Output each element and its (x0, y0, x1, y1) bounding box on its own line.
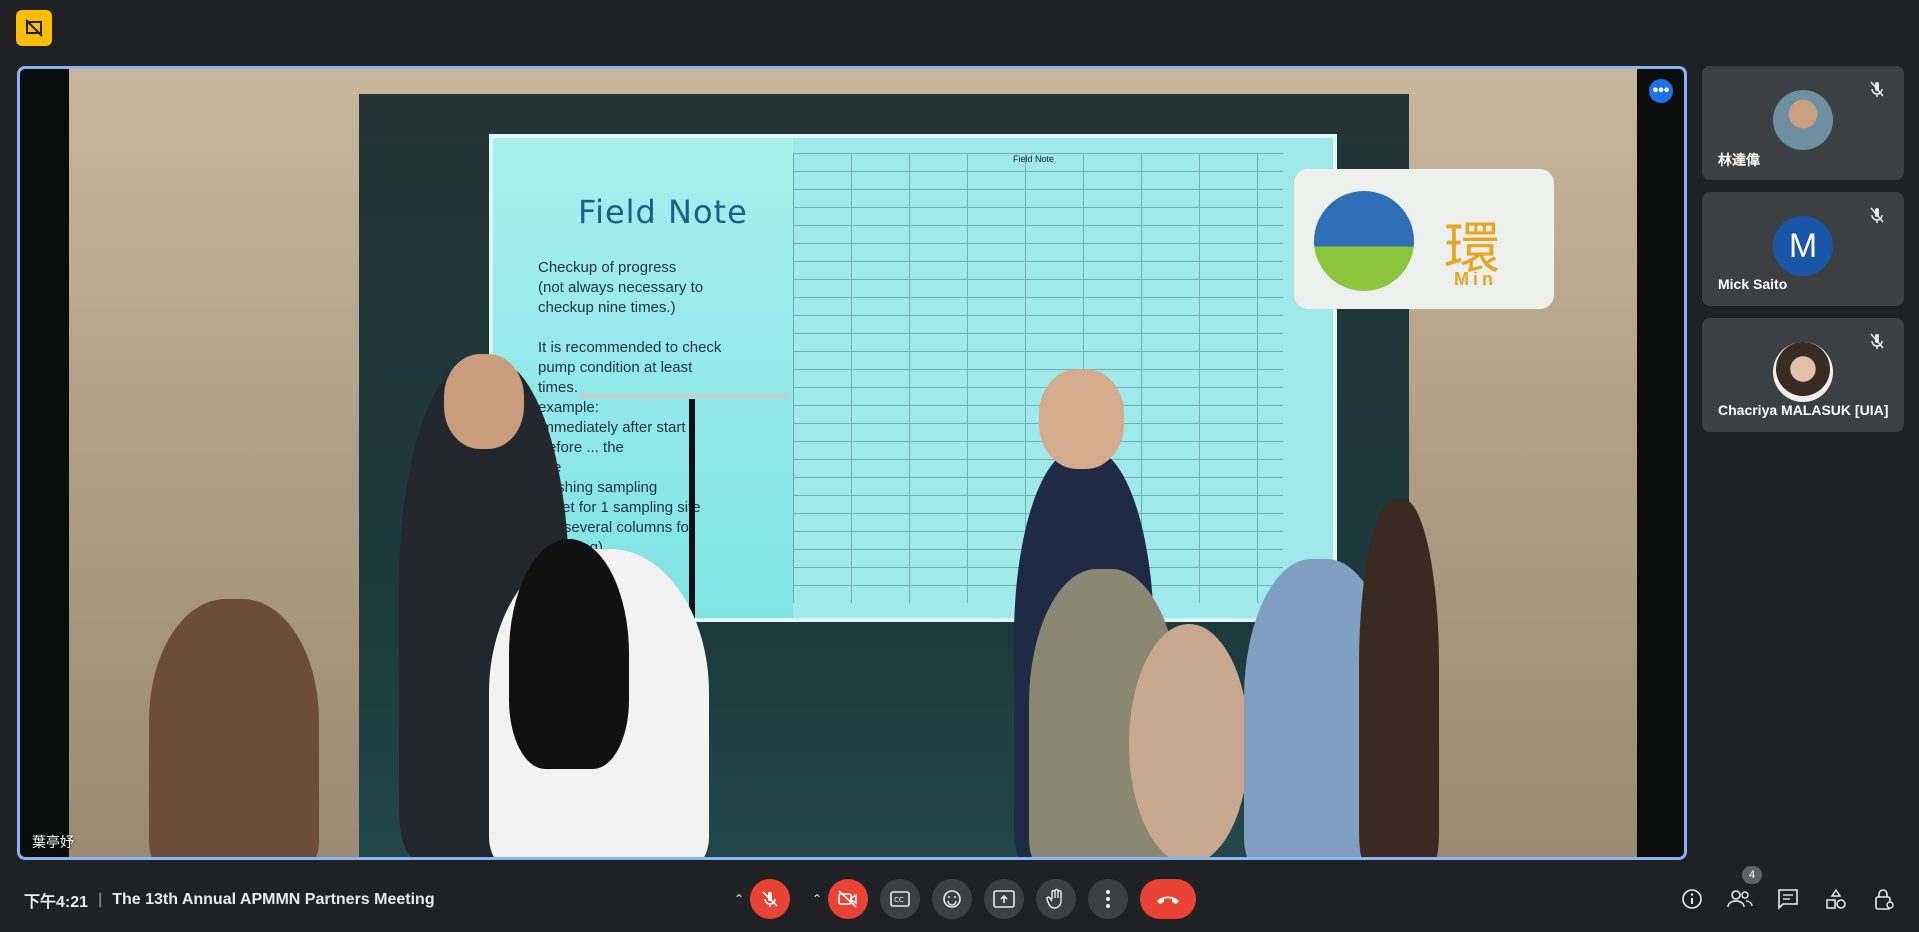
captions-button[interactable]: CC (880, 879, 920, 919)
participant-name: Chacriya MALASUK [UIA] (1718, 402, 1889, 418)
logo-emblem-icon (1314, 191, 1414, 291)
more-vert-icon (1106, 890, 1110, 908)
meeting-details-button[interactable] (1676, 883, 1708, 915)
leave-call-button[interactable] (1140, 879, 1196, 919)
activities-button[interactable] (1820, 883, 1852, 915)
separator: | (98, 891, 103, 908)
emoji-icon (943, 890, 961, 908)
camera-off-icon (838, 890, 857, 908)
tile-more-options-button[interactable]: ••• (1649, 79, 1673, 103)
info-icon (1682, 889, 1702, 909)
speaker-name-label: 葉亭妤 (32, 834, 74, 850)
participant-name: Mick Saito (1718, 276, 1788, 292)
participant-name: 林達偉 (1718, 152, 1760, 168)
participant-tile[interactable]: 林達偉 (1702, 66, 1904, 180)
host-controls-icon (1875, 889, 1894, 910)
participant-count-badge: 4 (1742, 866, 1762, 884)
more-options-button[interactable] (1088, 879, 1128, 919)
present-screen-icon (993, 890, 1015, 908)
mic-off-icon (762, 891, 778, 907)
slide-text: Checkup of progress (not always necessar… (538, 259, 722, 556)
main-video-tile[interactable]: Field Note Checkup of progress (not alwa… (17, 66, 1687, 860)
raise-hand-button[interactable] (1036, 879, 1076, 919)
meeting-info: 下午4:21 | The 13th Annual APMMN Partners … (24, 888, 435, 912)
host-controls-button[interactable] (1868, 883, 1900, 915)
photo-avatar-icon (1773, 342, 1833, 402)
participant-tile[interactable]: M Mick Saito (1702, 192, 1904, 306)
chevron-up-icon: ⌃ (733, 892, 745, 906)
svg-text:CC: CC (894, 896, 904, 904)
chat-button[interactable] (1772, 883, 1804, 915)
slide-title: Field Note (578, 193, 748, 231)
presentation-off-badge[interactable] (16, 10, 52, 46)
participant-tile[interactable]: Chacriya MALASUK [UIA] (1702, 318, 1904, 432)
people-icon (1727, 890, 1753, 908)
mic-off-icon (1870, 333, 1884, 349)
slide-table-header: Field Note (1013, 154, 1055, 164)
mic-off-icon (1870, 207, 1884, 223)
clock-time: 下午4:21 (24, 894, 89, 911)
activities-icon (1826, 888, 1846, 909)
mic-toggle-button[interactable] (750, 879, 790, 919)
presentation-off-icon (25, 19, 43, 37)
chat-icon (1778, 889, 1798, 910)
video-options-button[interactable]: ⌃ (806, 879, 828, 919)
end-call-icon (1157, 896, 1179, 904)
present-button[interactable] (984, 879, 1024, 919)
camera-toggle-button[interactable] (828, 879, 868, 919)
mic-off-icon (1870, 81, 1884, 97)
raise-hand-icon (1046, 888, 1062, 909)
people-button[interactable] (1724, 883, 1756, 915)
captions-icon: CC (890, 891, 910, 907)
meeting-title: The 13th Annual APMMN Partners Meeting (112, 891, 435, 908)
chevron-up-icon: ⌃ (811, 892, 823, 906)
more-horiz-icon: ••• (1652, 82, 1670, 99)
letter-avatar: M (1773, 216, 1833, 276)
ministry-logo: 環 Min (1294, 169, 1554, 309)
photo-avatar-icon (1773, 90, 1833, 150)
reactions-button[interactable] (932, 879, 972, 919)
speaker-video: Field Note Checkup of progress (not alwa… (69, 69, 1637, 857)
audio-options-button[interactable]: ⌃ (728, 879, 750, 919)
